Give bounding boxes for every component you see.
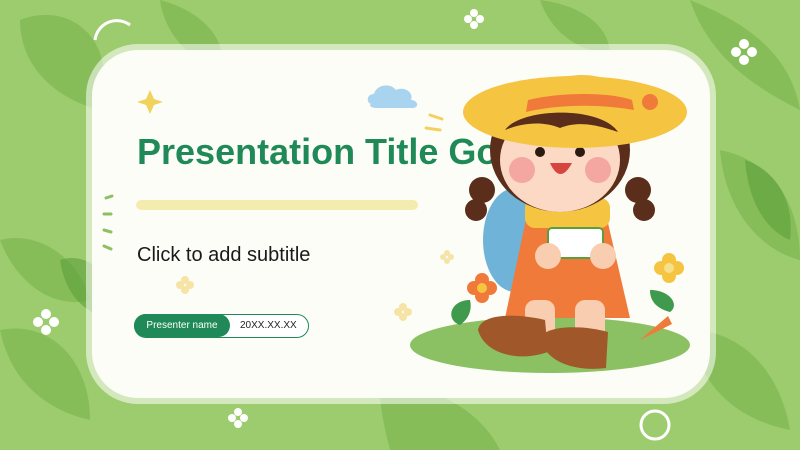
girl-illustration <box>410 75 690 373</box>
hand <box>590 243 616 269</box>
sparkle-icon <box>137 90 163 114</box>
pigtail <box>469 177 495 203</box>
leaf-stroke <box>102 244 113 251</box>
pigtail <box>633 199 655 221</box>
leaf-icon <box>451 300 471 325</box>
presentation-date[interactable]: 20XX.XX.XX <box>240 315 297 336</box>
hand <box>535 243 561 269</box>
eye <box>535 147 545 157</box>
pigtail <box>625 177 651 203</box>
leaf-stroke <box>102 228 113 234</box>
flower-icon <box>654 253 684 283</box>
leaf-stroke <box>104 194 114 200</box>
flower-icon <box>176 276 194 294</box>
hat-bow <box>642 94 658 110</box>
pigtail <box>465 199 487 221</box>
title-underline <box>136 200 418 210</box>
eye <box>575 147 585 157</box>
flower-icon <box>467 273 497 303</box>
presenter-info[interactable]: Presenter name 20XX.XX.XX <box>134 314 309 338</box>
leaf-icon <box>650 290 674 312</box>
cheek <box>509 157 535 183</box>
presenter-name-label[interactable]: Presenter name <box>134 314 230 337</box>
slide-subtitle[interactable]: Click to add subtitle <box>137 244 310 267</box>
cheek <box>585 157 611 183</box>
